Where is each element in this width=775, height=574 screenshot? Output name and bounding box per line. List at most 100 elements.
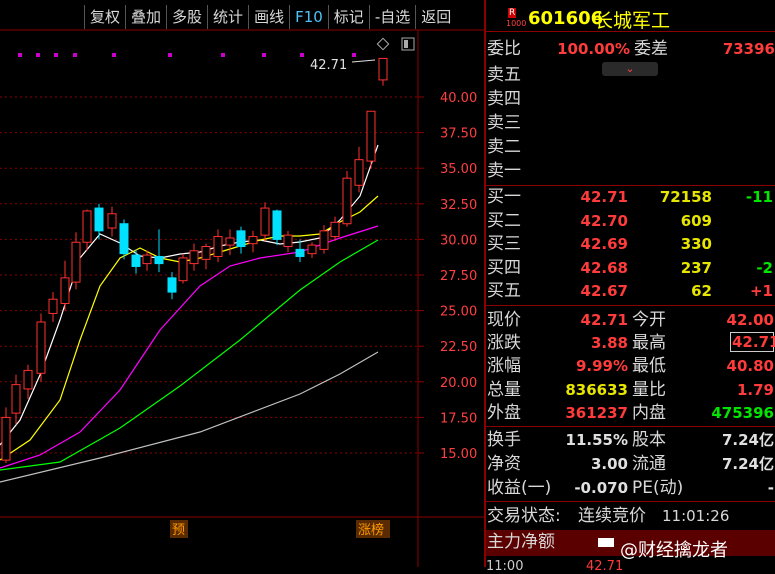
buy-row: 买一 42.71 72158 -11 bbox=[486, 186, 775, 209]
weibo-watermark: @财经擒龙者 bbox=[620, 540, 728, 561]
candle bbox=[201, 243, 211, 270]
ratio-diff-label: 委差 bbox=[634, 39, 668, 59]
candle bbox=[82, 209, 92, 251]
stat-value: 42.71 bbox=[580, 311, 628, 329]
separator bbox=[486, 31, 775, 32]
candle bbox=[178, 253, 188, 284]
ratio-value: 100.00% bbox=[557, 40, 630, 58]
buy-row: 买四 42.68 237 -2 bbox=[486, 257, 775, 280]
candle bbox=[272, 209, 282, 246]
stat-label: 现价 bbox=[487, 310, 521, 330]
signal-dot bbox=[221, 53, 225, 57]
buy-label: 买二 bbox=[487, 210, 521, 231]
separator bbox=[486, 305, 775, 306]
trade-status-time: 11:01:26 bbox=[662, 507, 730, 525]
stat-row-zhangdie: 涨跌 3.88 最高 42.71 bbox=[486, 332, 775, 355]
sell-row: 卖一 bbox=[486, 160, 775, 183]
y-tick-label: 25.00 bbox=[440, 305, 477, 320]
y-tick-label: 22.50 bbox=[440, 340, 477, 355]
stat-value2: 7.24亿 bbox=[721, 431, 774, 449]
stat-value2: 42.71 bbox=[730, 332, 775, 353]
stat-label2: 流通 bbox=[632, 454, 666, 474]
candle bbox=[142, 250, 152, 271]
stat-label2: 最高 bbox=[632, 333, 666, 354]
grid-lines bbox=[0, 96, 418, 454]
sell-label: 卖五 bbox=[487, 65, 521, 85]
buy-volume: 62 bbox=[691, 282, 712, 300]
y-tick-label: 15.00 bbox=[440, 447, 477, 462]
stat-value2: 7.24亿 bbox=[721, 455, 774, 473]
buy-label: 买五 bbox=[487, 281, 521, 301]
stat-label: 涨跌 bbox=[487, 333, 521, 354]
marker-yu-group: 预 bbox=[170, 520, 188, 538]
y-tick-label: 32.50 bbox=[440, 198, 477, 213]
buy-change: -2 bbox=[756, 258, 773, 277]
candle bbox=[1, 407, 11, 463]
stat-value2: 42.00 bbox=[726, 311, 774, 329]
y-tick-label: 20.00 bbox=[440, 376, 477, 391]
ratio-label: 委比 bbox=[487, 39, 521, 59]
buy-label: 买三 bbox=[487, 234, 521, 254]
separator bbox=[486, 426, 775, 427]
signal-dot bbox=[168, 53, 172, 57]
buy-row: 买二 42.70 609 bbox=[486, 210, 775, 233]
diamond-icon[interactable] bbox=[376, 37, 390, 51]
price-tag-label: 42.71 bbox=[310, 58, 347, 73]
signal-dot bbox=[18, 53, 22, 57]
stat-value: 11.55% bbox=[565, 431, 628, 449]
stat-row-huanshou: 换手 11.55% 股本 7.24亿 bbox=[486, 429, 775, 452]
candle bbox=[213, 229, 223, 263]
y-tick-label: 35.00 bbox=[440, 162, 477, 177]
y-tick-label: 37.50 bbox=[440, 127, 477, 142]
stat-value: 361237 bbox=[565, 403, 628, 422]
stat-value2: 1.79 bbox=[736, 380, 774, 399]
trade-status-value: 连续竞价 bbox=[578, 506, 646, 526]
sell-label: 卖三 bbox=[487, 113, 521, 133]
sell-row: 卖四 bbox=[486, 88, 775, 111]
candle bbox=[154, 229, 164, 273]
signal-dot bbox=[300, 53, 304, 57]
buy-label: 买四 bbox=[487, 257, 521, 278]
buy-label: 买一 bbox=[487, 187, 521, 207]
buy-price: 42.68 bbox=[580, 258, 628, 277]
candle bbox=[107, 206, 117, 237]
stat-row-jingzi: 净资 3.00 流通 7.24亿 bbox=[486, 453, 775, 476]
stat-label2: 量比 bbox=[632, 379, 666, 400]
candle bbox=[260, 202, 270, 241]
r-badge-icon: R bbox=[508, 8, 517, 18]
marker-zhangbang: 涨榜 bbox=[358, 522, 384, 538]
signal-dot bbox=[112, 53, 116, 57]
stat-value2: - bbox=[767, 479, 774, 497]
candle bbox=[307, 242, 317, 258]
stat-label2: PE(动) bbox=[632, 478, 684, 498]
stat-label2: 今开 bbox=[632, 310, 666, 330]
sell-row: 卖五 bbox=[486, 64, 775, 87]
candle bbox=[189, 243, 199, 271]
candle bbox=[48, 292, 58, 322]
price-tag-group: 42.71 bbox=[310, 58, 376, 73]
candle bbox=[366, 110, 376, 169]
kline-chart[interactable]: 复权 叠加 多股 统计 画线 F10 标记 -自选 返回 40.00 37.50 3… bbox=[0, 0, 484, 567]
stock-code: 601606 bbox=[528, 8, 604, 29]
stat-value: -0.070 bbox=[574, 479, 628, 497]
sell-label: 卖四 bbox=[487, 89, 521, 109]
stat-value: 836633 bbox=[565, 380, 628, 399]
stat-label: 净资 bbox=[487, 454, 521, 474]
candle bbox=[131, 249, 141, 274]
candle bbox=[283, 230, 293, 253]
kline-svg: 40.00 37.50 35.00 32.50 30.00 27.50 25.00 22.50… bbox=[0, 29, 484, 567]
buy-price: 42.69 bbox=[580, 235, 628, 253]
buy-change: +1 bbox=[749, 282, 773, 300]
y-tick-label: 27.50 bbox=[440, 269, 477, 284]
ratio-diff-value: 73396 bbox=[722, 40, 775, 58]
stat-label: 外盘 bbox=[487, 402, 521, 423]
buy-price: 42.70 bbox=[580, 211, 628, 230]
stat-row-zhangfu: 涨幅 9.99% 最低 40.80 bbox=[486, 355, 775, 378]
candle bbox=[167, 272, 177, 300]
trade-status-row: 交易状态: 连续竞价 11:01:26 bbox=[486, 505, 775, 528]
buy-volume: 609 bbox=[680, 211, 712, 230]
marker-yu: 预 bbox=[172, 523, 185, 538]
candle bbox=[342, 171, 352, 227]
stat-value: 3.00 bbox=[590, 455, 628, 473]
purple-dot-row bbox=[18, 53, 356, 57]
